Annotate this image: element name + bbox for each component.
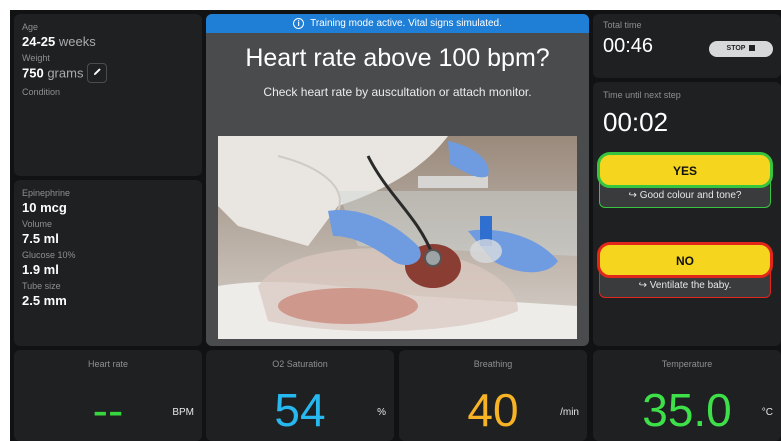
o2-saturation-label: O2 Saturation — [272, 359, 328, 369]
auscultation-illustration — [218, 136, 577, 339]
total-time-label: Total time — [603, 20, 642, 30]
step-instruction: Check heart rate by auscultation or atta… — [263, 85, 532, 99]
age-value: 24-25 weeks — [22, 34, 96, 49]
breathing-card: Breathing 40 /min — [399, 350, 587, 441]
condition-label: Condition — [22, 87, 61, 97]
patient-info-card: Age 24-25 weeks Weight 750 grams Conditi… — [14, 14, 202, 176]
yes-choice: ↪ Good colour and tone? YES — [597, 152, 773, 208]
banner-text: Training mode active. Vital signs simula… — [310, 18, 502, 29]
temperature-unit: °C — [761, 407, 773, 418]
no-choice: ↪ Ventilate the baby. NO — [597, 242, 773, 298]
o2-saturation-card: O2 Saturation 54 % — [206, 350, 394, 441]
volume-value: 7.5 ml — [22, 231, 59, 246]
app-frame: Age 24-25 weeks Weight 750 grams Conditi… — [10, 10, 781, 441]
breathing-unit: /min — [560, 407, 579, 418]
heart-rate-label: Heart rate — [87, 359, 129, 369]
o2-saturation-value: 54 — [274, 384, 326, 436]
o2-saturation-unit: % — [377, 407, 386, 418]
temperature-value: 35.0 — [642, 384, 732, 436]
edit-weight-button[interactable] — [87, 63, 108, 83]
tube-size-label: Tube size — [22, 281, 61, 291]
yes-button[interactable]: YES — [597, 152, 773, 188]
step-photo — [218, 136, 577, 339]
temperature-card: Temperature 35.0 °C — [593, 350, 781, 441]
epinephrine-label: Epinephrine — [22, 188, 71, 198]
stop-icon — [749, 45, 756, 51]
total-time-card: Total time 00:46 STOP — [593, 14, 781, 78]
pencil-icon — [93, 68, 101, 76]
glucose-value: 1.9 ml — [22, 262, 59, 277]
age-label: Age — [22, 22, 39, 32]
step-question: Heart rate above 100 bpm? — [245, 44, 550, 72]
info-icon: i — [293, 18, 305, 29]
tube-size-value: 2.5 mm — [22, 293, 67, 308]
stop-button[interactable]: STOP — [709, 41, 773, 57]
epinephrine-value: 10 mcg — [22, 200, 67, 215]
no-button[interactable]: NO — [597, 242, 773, 278]
next-step-label: Time until next step — [603, 90, 681, 100]
volume-label: Volume — [22, 219, 53, 229]
next-step-countdown: 00:02 — [603, 107, 669, 137]
step-panel: i Training mode active. Vital signs simul… — [206, 14, 589, 346]
dosage-card: Epinephrine 10 mcg Volume 7.5 ml Glucose… — [14, 180, 202, 346]
weight-value: 750 grams — [22, 63, 194, 84]
heart-rate-unit: BPM — [172, 407, 194, 418]
weight-label: Weight — [22, 53, 50, 63]
temperature-label: Temperature — [661, 359, 713, 369]
glucose-label: Glucose 10% — [22, 250, 76, 260]
training-mode-banner: i Training mode active. Vital signs simul… — [206, 14, 589, 33]
breathing-label: Breathing — [473, 359, 513, 369]
breathing-value: 40 — [467, 384, 519, 436]
heart-rate-card: Heart rate -- BPM — [14, 350, 202, 441]
next-step-card: Time until next step 00:02 ↪ Good colour… — [593, 82, 781, 346]
